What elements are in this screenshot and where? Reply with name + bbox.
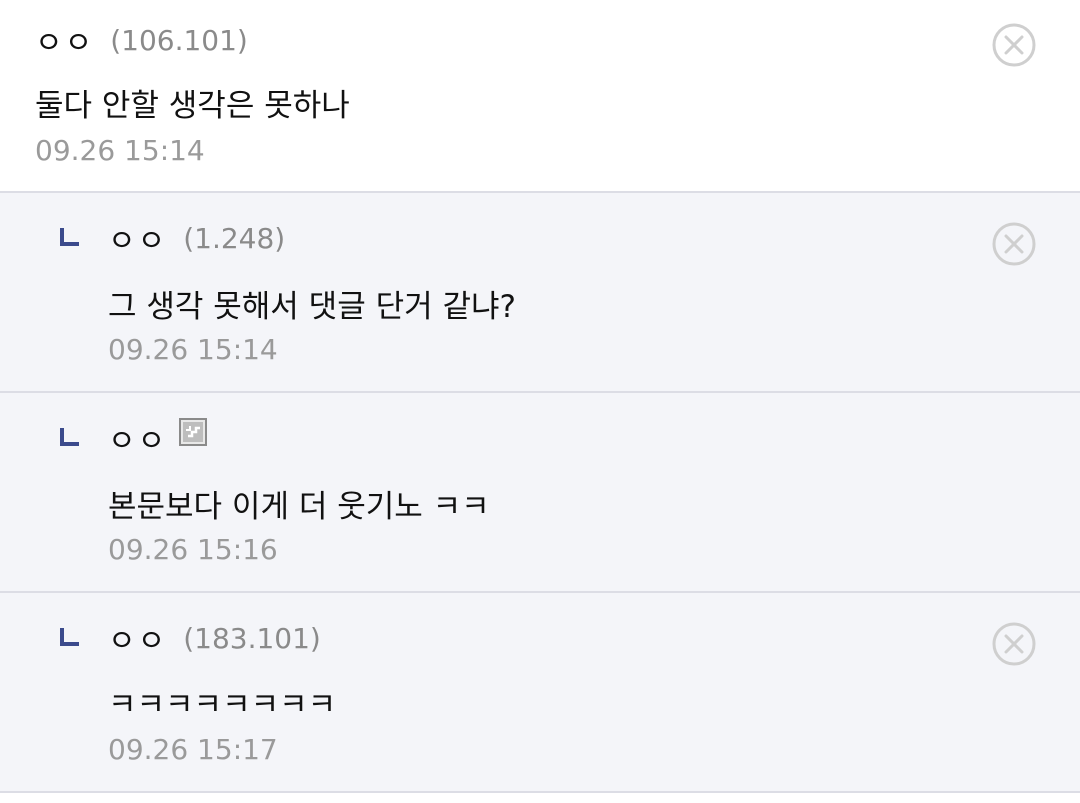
reply-arrow-icon — [60, 427, 80, 447]
comment-header: ㅇㅇ — [108, 416, 208, 460]
comment-header: ㅇㅇ (183.101) — [108, 616, 321, 660]
delete-circle-x-icon — [992, 622, 1036, 666]
comment-ip: (1.248) — [183, 221, 286, 255]
comment-timestamp: 09.26 15:16 — [108, 533, 278, 566]
reply-item: ㅇㅇ (183.101) ㅋㅋㅋㅋㅋㅋㅋㅋ 09.26 15:17 — [0, 593, 1080, 793]
reply-arrow-icon — [60, 227, 80, 247]
comment-nickname[interactable]: ㅇㅇ — [108, 616, 167, 660]
comment-ip: (106.101) — [110, 23, 248, 57]
comment-text: 본문보다 이게 더 웃기노 ㅋㅋ — [108, 489, 490, 525]
delete-comment-button[interactable] — [991, 621, 1037, 667]
comment-list: ㅇㅇ (106.101) 둘다 안할 생각은 못하나 09.26 15:14 ㅇ… — [0, 0, 1080, 803]
delete-comment-button[interactable] — [991, 221, 1037, 267]
comment-timestamp: 09.26 15:17 — [108, 733, 278, 766]
comment-header: ㅇㅇ (1.248) — [108, 216, 286, 260]
comment-ip: (183.101) — [183, 621, 321, 655]
comment-text: 그 생각 못해서 댓글 단거 같냐? — [108, 289, 516, 325]
delete-circle-x-icon — [992, 23, 1036, 67]
fixed-nick-gallog-icon[interactable] — [179, 418, 208, 446]
comment-nickname[interactable]: ㅇㅇ — [108, 416, 167, 460]
comment-nickname[interactable]: ㅇㅇ — [35, 18, 94, 62]
reply-item: ㅇㅇ (1.248) 그 생각 못해서 댓글 단거 같냐? 09.26 15:1… — [0, 193, 1080, 393]
delete-comment-button[interactable] — [991, 22, 1037, 68]
comment-item: ㅇㅇ (106.101) 둘다 안할 생각은 못하나 09.26 15:14 — [0, 0, 1080, 193]
comment-timestamp: 09.26 15:14 — [108, 333, 278, 366]
comment-header: ㅇㅇ (106.101) — [35, 18, 248, 62]
delete-circle-x-icon — [992, 222, 1036, 266]
comment-timestamp: 09.26 15:14 — [35, 134, 205, 167]
comment-text: 둘다 안할 생각은 못하나 — [35, 88, 350, 124]
comment-text: ㅋㅋㅋㅋㅋㅋㅋㅋ — [108, 687, 337, 723]
reply-arrow-icon — [60, 627, 80, 647]
comment-nickname[interactable]: ㅇㅇ — [108, 216, 167, 260]
reply-item: ㅇㅇ 본문보다 이게 더 웃기노 ㅋㅋ 09.26 15:16 — [0, 393, 1080, 593]
